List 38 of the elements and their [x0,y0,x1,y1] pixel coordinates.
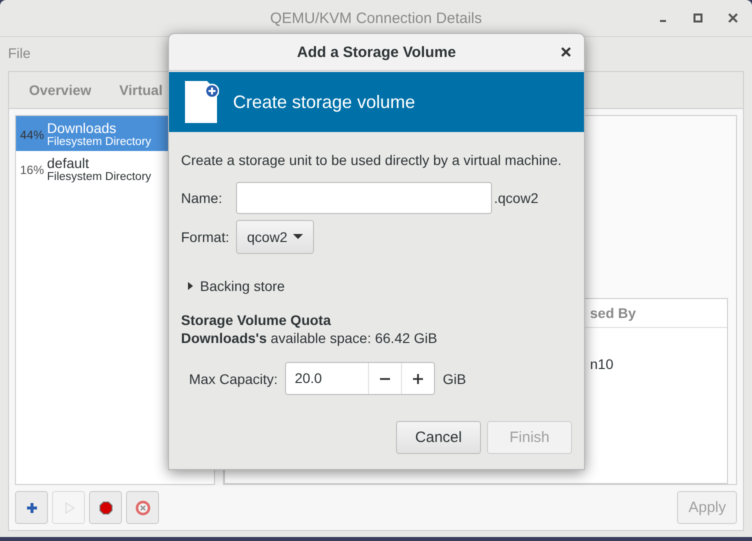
dialog-button[interactable]: Cancel [396,421,481,454]
pool-name: default [47,155,90,171]
pool-type: Filesystem Directory [47,171,152,183]
capacity-spinner[interactable]: 20.0 [284,362,435,395]
tab[interactable]: Overview [15,72,106,108]
pool-type: Filesystem Directory [47,136,152,148]
usage-percent: 44% [20,128,44,142]
column-header: sed By [590,305,636,321]
unit-label: GiB [442,370,466,386]
banner-title: Create storage volume [233,92,416,112]
delete-pool-button[interactable] [126,491,159,524]
field-label: Format: [181,229,230,245]
menu-item[interactable]: File [8,44,31,60]
caret-icon [293,234,304,240]
close-icon[interactable] [561,47,571,57]
stop-pool-button[interactable] [89,491,122,524]
name-field[interactable] [236,182,492,214]
format-dropdown[interactable]: qcow2 [236,220,314,254]
table-cell: n10 [590,356,614,372]
pool-name: Downloads [47,120,118,136]
usage-percent: 16% [20,163,44,177]
dialog-title: Add a Storage Volume [297,44,456,60]
add-pool-button[interactable] [15,491,48,524]
extension-label: .qcow2 [494,190,538,206]
field-label: Name: [181,190,224,206]
new-file-icon [183,80,219,124]
field-label: Max Capacity: [189,370,278,386]
delete-icon [134,500,150,516]
available-space-text: Downloads's available space: 66.42 GiB [181,330,438,346]
section-heading: Storage Volume Quota [181,312,332,328]
stop-icon [98,500,114,516]
backing-store-expander[interactable]: Backing store [187,278,572,294]
plus-icon [412,372,424,384]
window-title: QEMU/KVM Connection Details [270,10,482,26]
close-icon[interactable] [728,13,738,23]
expander-arrow-icon [187,281,195,291]
description-text: Create a storage unit to be used directly by a virtual machine. [181,152,563,168]
maximize-icon[interactable] [693,13,703,23]
